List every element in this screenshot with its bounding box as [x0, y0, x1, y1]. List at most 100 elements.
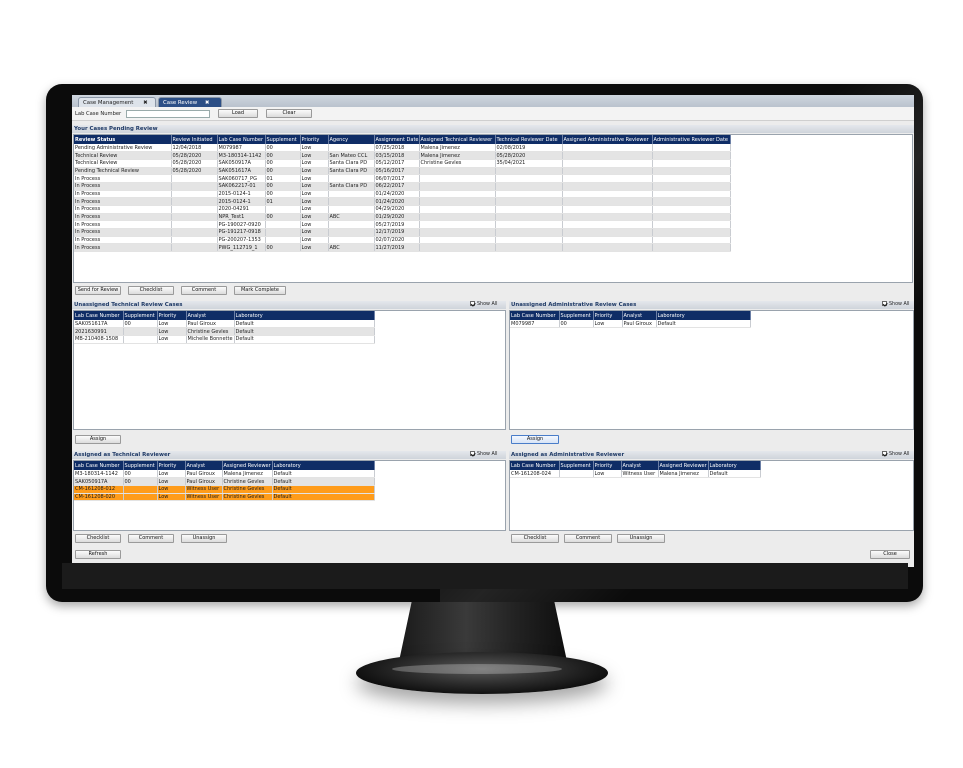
show-all-checkbox[interactable]: Show All [470, 301, 497, 309]
column-header[interactable]: Priority [157, 311, 187, 320]
table-row[interactable]: In Process PG-191217-0918 Low 12/17/2019 [74, 228, 912, 237]
column-header[interactable]: Administrative Reviewer Date [652, 135, 731, 144]
table-row[interactable]: In Process 2020-04291 Low 04/29/2020 [74, 205, 912, 214]
column-header[interactable]: Analyst [185, 461, 223, 470]
column-header[interactable]: Lab Case Number [74, 461, 124, 470]
table-row[interactable]: Technical Review 05/28/2020 M3-180314-1142… [74, 151, 912, 160]
close-icon[interactable]: ✖ [205, 100, 210, 106]
column-header[interactable]: Priority [157, 461, 186, 470]
checklist-button[interactable]: Checklist [128, 286, 174, 295]
column-header[interactable]: Laboratory [708, 461, 761, 470]
table-row[interactable]: CM-161208-020 Low Witness User Christine Ge… [74, 493, 375, 502]
column-header[interactable]: Priority [300, 135, 329, 144]
column-header[interactable]: Laboratory [234, 311, 375, 320]
unassigned-administrative-table: Lab Case Number Supplement Priority Analyst… [510, 311, 751, 329]
table-row[interactable]: In Process SAK062217-01 00 Low Santa Clara P… [74, 182, 912, 191]
table-cell: Low [300, 236, 329, 245]
checklist-button[interactable]: Checklist [75, 534, 121, 543]
show-all-checkbox[interactable]: Show All [470, 451, 497, 459]
table-cell [171, 228, 218, 237]
column-header[interactable]: Agency [328, 135, 375, 144]
assign-technical-button[interactable]: Assign [75, 435, 121, 444]
column-header[interactable]: Lab Case Number [74, 311, 124, 320]
table-row[interactable]: CM-161208-012 Low Witness User Christine Ge… [74, 485, 375, 494]
comment-button[interactable]: Comment [128, 534, 174, 543]
show-all-checkbox[interactable]: Show All [882, 301, 909, 309]
column-header[interactable]: Supplement [123, 311, 158, 320]
comment-button[interactable]: Comment [564, 534, 612, 543]
show-all-checkbox[interactable]: Show All [882, 451, 909, 459]
table-row[interactable]: In Process 2015-0124-1 01 Low 01/24/2020 [74, 197, 912, 206]
table-cell [495, 236, 563, 245]
table-cell: 01/24/2020 [374, 190, 420, 199]
table-row[interactable]: In Process NPR_Test1 00 Low ABC 01/29/2020 [74, 213, 912, 222]
refresh-button[interactable]: Refresh [75, 550, 121, 559]
table-row[interactable]: In Process 2015-0124-1 00 Low 01/24/2020 [74, 190, 912, 199]
column-header[interactable]: Technical Reviewer Date [495, 135, 563, 144]
column-header[interactable]: Assigned Technical Reviewer [419, 135, 496, 144]
table-cell: 05/27/2019 [374, 220, 420, 230]
table-row[interactable]: SAK051617A 00 Low Paul Giroux Default [74, 320, 375, 329]
clear-button[interactable]: Clear [266, 109, 312, 118]
table-cell: Low [157, 493, 186, 502]
column-header[interactable]: Analyst [621, 461, 659, 470]
table-cell: In Process [74, 190, 172, 199]
column-header[interactable]: Assigned Administrative Reviewer [562, 135, 653, 144]
table-cell: 00 [265, 190, 301, 199]
table-row[interactable]: In Process PG-190027-0920 Low 05/27/2019 [74, 220, 912, 230]
column-header[interactable]: Assigned Reviewer [222, 461, 273, 470]
mark-complete-button[interactable]: Mark Complete [234, 286, 286, 295]
column-header[interactable]: Supplement [265, 135, 301, 144]
table-row[interactable]: Pending Technical Review 05/28/2020 SAK051… [74, 167, 912, 176]
table-row[interactable]: 2021630991 Low Christine Gevles Default [74, 327, 375, 336]
table-row[interactable]: M3-180314-1142 00 Low Paul Giroux Malena Jim… [74, 470, 375, 479]
column-header[interactable]: Priority [593, 311, 623, 320]
column-header[interactable]: Analyst [622, 311, 657, 320]
column-header[interactable]: Priority [593, 461, 622, 470]
column-header[interactable]: Laboratory [656, 311, 751, 320]
unassign-button[interactable]: Unassign [181, 534, 227, 543]
column-header[interactable]: Assignment Date [374, 135, 420, 144]
table-row[interactable]: MB-210408-1508 Low Michelle Bonnette Defaul… [74, 335, 375, 344]
table-row[interactable]: In Process SAK060717_PG 01 Low 06/07/2017 [74, 174, 912, 183]
column-header[interactable]: Supplement [123, 461, 158, 470]
close-icon[interactable]: ✖ [143, 100, 148, 106]
table-row[interactable]: CM-161208-024 Low Witness User Malena Jimen… [510, 470, 761, 479]
checkbox-checked-icon[interactable] [882, 451, 887, 456]
tab-case-management[interactable]: Case Management ✖ [78, 97, 156, 107]
column-header[interactable]: Review Status [74, 135, 172, 144]
lab-case-number-input[interactable] [126, 110, 210, 118]
column-header[interactable]: Supplement [559, 461, 594, 470]
column-header[interactable]: Lab Case Number [217, 135, 266, 144]
checkbox-checked-icon[interactable] [470, 451, 475, 456]
column-header[interactable]: Supplement [559, 311, 594, 320]
column-header[interactable]: Review Initiated [171, 135, 218, 144]
table-row[interactable]: M079987 00 Low Paul Giroux Default [510, 320, 751, 329]
table-cell: 00 [123, 470, 158, 479]
close-button[interactable]: Close [870, 550, 910, 559]
load-button[interactable]: Load [218, 109, 258, 118]
table-cell: Low [157, 327, 187, 336]
tab-case-review[interactable]: Case Review ✖ [158, 97, 222, 107]
table-row[interactable]: In Process PWG_112719_1 00 Low ABC 11/27/2019 [74, 243, 912, 253]
unassigned-administrative-grid: Lab Case Number Supplement Priority Analyst… [509, 310, 914, 430]
assign-administrative-button[interactable]: Assign [511, 435, 559, 444]
table-cell: Default [272, 493, 375, 502]
checkbox-checked-icon[interactable] [882, 301, 887, 306]
column-header[interactable]: Assigned Reviewer [658, 461, 709, 470]
unassign-button[interactable]: Unassign [617, 534, 665, 543]
checkbox-checked-icon[interactable] [470, 301, 475, 306]
table-row[interactable]: Technical Review 05/28/2020 SAK050917A 00 Lo… [74, 159, 912, 168]
column-header[interactable]: Lab Case Number [510, 461, 560, 470]
table-row[interactable]: Pending Administrative Review 12/04/2018 M… [74, 144, 912, 153]
column-header[interactable]: Lab Case Number [510, 311, 560, 320]
column-header[interactable]: Analyst [186, 311, 235, 320]
table-row[interactable]: SAK050917A 00 Low Paul Giroux Christine Gevl… [74, 477, 375, 486]
checklist-button[interactable]: Checklist [511, 534, 559, 543]
comment-button[interactable]: Comment [181, 286, 227, 295]
column-header[interactable]: Laboratory [272, 461, 375, 470]
table-cell: Low [593, 320, 623, 329]
table-row[interactable]: In Process PG-200207-1353 Low 02/07/2020 [74, 236, 912, 245]
table-cell [652, 197, 731, 206]
send-for-review-button[interactable]: Send for Review [75, 286, 121, 295]
